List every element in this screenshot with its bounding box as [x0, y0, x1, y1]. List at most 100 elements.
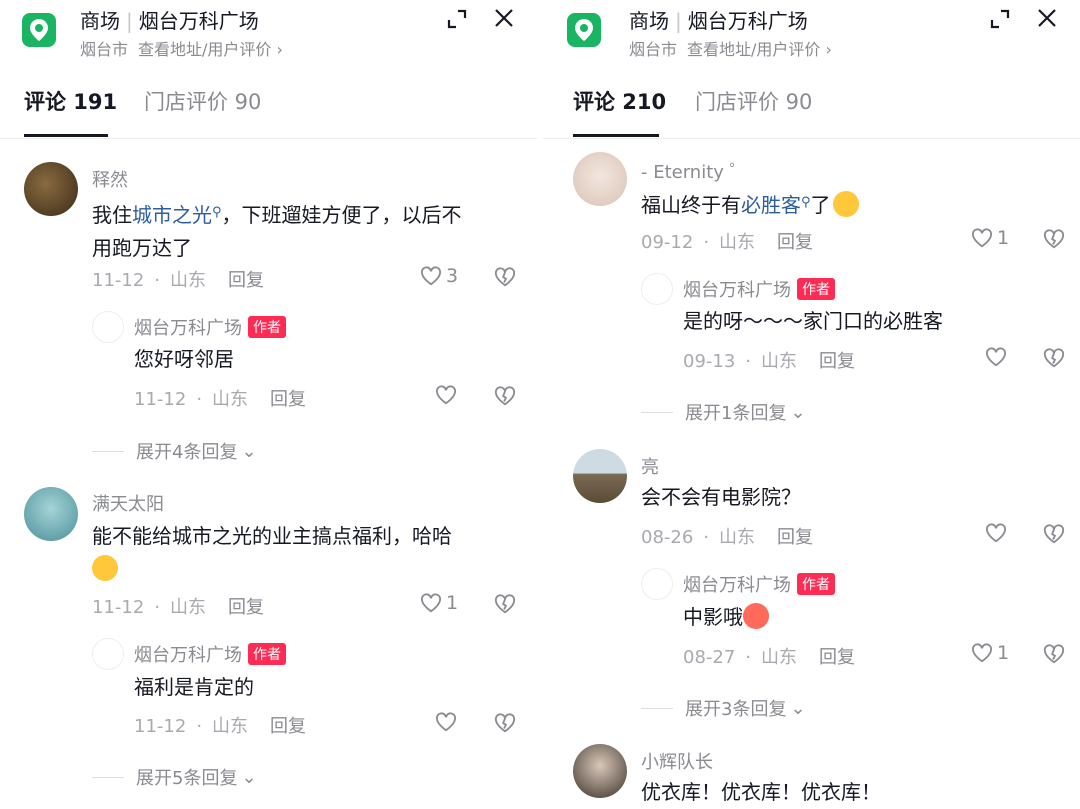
reply-username[interactable]: 烟台万科广场 作者 — [683, 571, 835, 597]
dislike-icon[interactable] — [1043, 643, 1065, 665]
like-button[interactable]: 1 — [420, 592, 458, 614]
tab-store-reviews[interactable]: 门店评价 90 — [144, 86, 261, 116]
reply-button[interactable]: 回复 — [228, 597, 264, 618]
tab-underline — [573, 134, 659, 137]
reply-button[interactable]: 回复 — [270, 716, 306, 737]
author-avatar[interactable] — [641, 273, 673, 305]
topic-link[interactable]: 必胜客 — [741, 193, 801, 217]
dislike-icon[interactable] — [1043, 228, 1065, 250]
comment-text: 会不会有电影院？ — [641, 485, 801, 509]
left-panel: 商场 | 烟台万科广场 烟台市 查看地址/用户评价 › 评论 191 门店评价 90 … — [0, 0, 543, 809]
like-count: 3 — [446, 265, 459, 287]
comment-username[interactable]: - Eternity ゜ — [641, 158, 748, 184]
close-icon[interactable] — [492, 6, 516, 30]
comment-text-part: 我住 — [92, 203, 132, 227]
like-count: 1 — [997, 227, 1010, 249]
dislike-icon[interactable] — [494, 385, 516, 407]
header-subtitle: 烟台市 查看地址/用户评价 › — [629, 36, 832, 60]
reply-button[interactable]: 回复 — [777, 232, 813, 253]
comment-meta: 09-12 · 山东 回复 — [641, 232, 814, 253]
header-category: 商场 — [629, 9, 669, 33]
tab-store-reviews[interactable]: 门店评价 90 — [695, 86, 812, 116]
search-icon: ⚲ — [801, 195, 811, 210]
comment-region: 山东 — [719, 527, 756, 548]
header-subtitle: 烟台市 查看地址/用户评价 › — [80, 36, 283, 60]
heart-icon[interactable] — [435, 712, 457, 732]
search-icon: ⚲ — [212, 205, 222, 220]
view-address-link[interactable]: 查看地址/用户评价 › — [138, 40, 283, 59]
right-panel: 商场 | 烟台万科广场 烟台市 查看地址/用户评价 › 评论 210 门店评价 90 … — [543, 0, 1080, 809]
reply-button[interactable]: 回复 — [270, 389, 306, 410]
author-badge: 作者 — [797, 278, 835, 300]
reply-meta: 08-27 · 山东 回复 — [683, 647, 856, 668]
expand-icon[interactable] — [989, 8, 1011, 30]
reply-date: 11-12 — [134, 389, 187, 410]
author-avatar[interactable] — [92, 638, 124, 670]
reply-username[interactable]: 烟台万科广场 作者 — [134, 314, 286, 340]
expand-replies-label: 展开5条回复 — [136, 768, 238, 789]
comment-meta: 11-12 · 山东 回复 — [92, 597, 265, 618]
dislike-icon[interactable] — [494, 712, 516, 734]
comment-region: 山东 — [719, 232, 756, 253]
comment-username[interactable]: 亮 — [641, 453, 659, 479]
expand-replies[interactable]: 展开3条回复 ⌄ — [641, 695, 806, 721]
close-icon[interactable] — [1035, 6, 1059, 30]
tab-comments[interactable]: 评论 191 — [24, 86, 117, 116]
heart-icon[interactable] — [985, 523, 1007, 543]
author-avatar[interactable] — [641, 568, 673, 600]
avatar[interactable] — [573, 152, 627, 206]
view-address-link[interactable]: 查看地址/用户评价 › — [687, 40, 832, 59]
comment-text-part: 了 — [810, 193, 831, 217]
reply-username[interactable]: 烟台万科广场 作者 — [683, 276, 835, 302]
header-store-name: 烟台万科广场 — [687, 9, 808, 33]
dislike-icon[interactable] — [1043, 523, 1065, 545]
dislike-icon[interactable] — [1043, 347, 1065, 369]
title-separator: | — [675, 9, 682, 33]
tab-comments[interactable]: 评论 210 — [573, 86, 666, 116]
expand-replies[interactable]: 展开5条回复 ⌄ — [92, 764, 257, 790]
header-city: 烟台市 — [629, 40, 678, 59]
expand-replies[interactable]: 展开1条回复 ⌄ — [641, 399, 806, 425]
heart-icon[interactable] — [985, 347, 1007, 367]
avatar[interactable] — [573, 449, 627, 503]
header: 商场 | 烟台万科广场 烟台市 查看地址/用户评价 › — [0, 0, 537, 70]
header-city: 烟台市 — [80, 40, 129, 59]
like-button[interactable]: 1 — [971, 227, 1009, 249]
reply-date: 11-12 — [134, 716, 187, 737]
expand-icon[interactable] — [446, 8, 468, 30]
comment-username[interactable]: 释然 — [92, 166, 128, 192]
reply-region: 山东 — [761, 351, 798, 372]
reply-date: 09-13 — [683, 351, 736, 372]
dislike-icon[interactable] — [494, 593, 516, 615]
heart-icon[interactable] — [435, 385, 457, 405]
heart-icon — [421, 593, 441, 613]
reply-region: 山东 — [212, 389, 249, 410]
expand-replies[interactable]: 展开4条回复 ⌄ — [92, 438, 257, 464]
topic-link[interactable]: 城市之光 — [132, 203, 212, 227]
comment-date: 11-12 — [92, 597, 145, 618]
comment-username[interactable]: 满天太阳 — [92, 490, 164, 516]
dislike-icon[interactable] — [494, 266, 516, 288]
reply-text: 福利是肯定的 — [134, 675, 254, 699]
author-avatar[interactable] — [92, 311, 124, 343]
heart-icon — [421, 266, 441, 286]
header: 商场 | 烟台万科广场 烟台市 查看地址/用户评价 › — [543, 0, 1080, 70]
avatar[interactable] — [24, 487, 78, 541]
reply-username[interactable]: 烟台万科广场 作者 — [134, 641, 286, 667]
heart-icon — [972, 643, 992, 663]
like-button[interactable]: 3 — [420, 265, 458, 287]
comment-region: 山东 — [170, 597, 207, 618]
reply-text: 是的呀～～～家门口的必胜客 — [683, 309, 943, 333]
comment-text-part: 能不能给城市之光的业主搞点福利，哈哈 — [92, 524, 452, 548]
like-button[interactable]: 1 — [971, 642, 1009, 664]
chevron-down-icon: ⌄ — [790, 401, 806, 423]
comment-region: 山东 — [170, 270, 207, 291]
avatar[interactable] — [573, 744, 627, 798]
reply-button[interactable]: 回复 — [777, 527, 813, 548]
comment-username[interactable]: 小辉队长 — [641, 748, 713, 774]
reply-button[interactable]: 回复 — [819, 351, 855, 372]
reply-button[interactable]: 回复 — [819, 647, 855, 668]
avatar[interactable] — [24, 162, 78, 216]
reply-button[interactable]: 回复 — [228, 270, 264, 291]
reply-text: 您好呀邻居 — [134, 347, 234, 371]
